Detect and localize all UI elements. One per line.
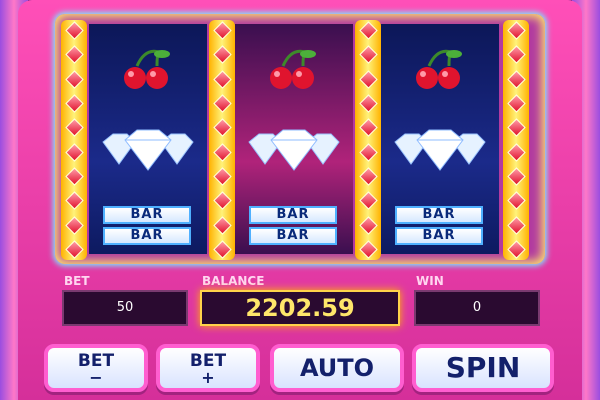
gem-light-icon (212, 45, 232, 65)
bet-display: 50 (62, 290, 188, 326)
gem-light-icon (212, 21, 232, 40)
gem-light-icon (212, 191, 232, 210)
bet-decrease-button[interactable]: BET − (44, 344, 148, 392)
gem-light-icon (358, 191, 378, 210)
gem-light-icon (358, 21, 378, 40)
bar-stack: BAR BAR (395, 206, 483, 248)
gem-light-icon (506, 118, 526, 138)
auto-spin-button[interactable]: AUTO (270, 344, 404, 392)
gem-light-icon (506, 21, 526, 40)
plus-icon: + (201, 368, 215, 387)
bar-stack: BAR BAR (103, 206, 191, 248)
gem-light-icon (506, 215, 526, 235)
gem-light-icon (506, 45, 526, 65)
minus-icon: − (89, 368, 103, 387)
gem-light-icon (212, 118, 232, 138)
reel-1: BAR BAR (89, 24, 207, 254)
cherry-icon (409, 48, 469, 98)
gem-light-icon (212, 142, 232, 162)
gem-light-icon (358, 118, 378, 138)
reel-divider-2 (209, 20, 235, 260)
balance-label: BALANCE (202, 274, 265, 288)
gem-light-icon (64, 69, 84, 89)
gem-light-icon (358, 45, 378, 65)
bar-symbol: BAR (395, 206, 483, 224)
gem-light-icon (506, 240, 526, 259)
reel-2: BAR BAR (235, 24, 353, 254)
diamond-icon (391, 128, 489, 176)
bar-symbol: BAR (249, 206, 337, 224)
gem-light-icon (358, 94, 378, 113)
gem-light-icon (506, 94, 526, 113)
cherry-icon (117, 48, 177, 98)
gem-light-icon (358, 240, 378, 259)
gem-light-icon (506, 69, 526, 89)
bet-label: BET (64, 274, 90, 288)
bar-symbol: BAR (395, 227, 483, 245)
bar-symbol: BAR (103, 206, 191, 224)
gem-light-icon (64, 191, 84, 210)
bet-increase-button[interactable]: BET + (156, 344, 260, 392)
gem-light-icon (64, 240, 84, 259)
cherry-icon (263, 48, 323, 98)
win-display: 0 (414, 290, 540, 326)
gem-light-icon (506, 142, 526, 162)
reel-window: BAR BAR BAR BAR BAR BAR (55, 14, 545, 264)
reel-divider-3 (355, 20, 381, 260)
gem-light-icon (64, 45, 84, 65)
balance-display: 2202.59 (200, 290, 400, 326)
diamond-icon (99, 128, 197, 176)
bar-symbol: BAR (103, 227, 191, 245)
gem-light-icon (506, 191, 526, 210)
gem-light-icon (212, 94, 232, 113)
gem-light-icon (212, 215, 232, 235)
win-label: WIN (416, 274, 444, 288)
reel-divider-1 (61, 20, 87, 260)
gem-light-icon (506, 167, 526, 186)
gem-light-icon (64, 142, 84, 162)
gem-light-icon (64, 118, 84, 138)
gem-light-icon (64, 215, 84, 235)
reel-divider-4 (503, 20, 529, 260)
spin-button[interactable]: SPIN (412, 344, 554, 392)
gem-light-icon (358, 69, 378, 89)
gem-light-icon (358, 167, 378, 186)
gem-light-icon (64, 167, 84, 186)
gem-light-icon (64, 21, 84, 40)
gem-light-icon (64, 94, 84, 113)
gem-light-icon (358, 142, 378, 162)
diamond-icon (245, 128, 343, 176)
gem-light-icon (212, 240, 232, 259)
bar-symbol: BAR (249, 227, 337, 245)
bar-stack: BAR BAR (249, 206, 337, 248)
gem-light-icon (358, 215, 378, 235)
gem-light-icon (212, 167, 232, 186)
gem-light-icon (212, 69, 232, 89)
reel-3: BAR BAR (381, 24, 499, 254)
